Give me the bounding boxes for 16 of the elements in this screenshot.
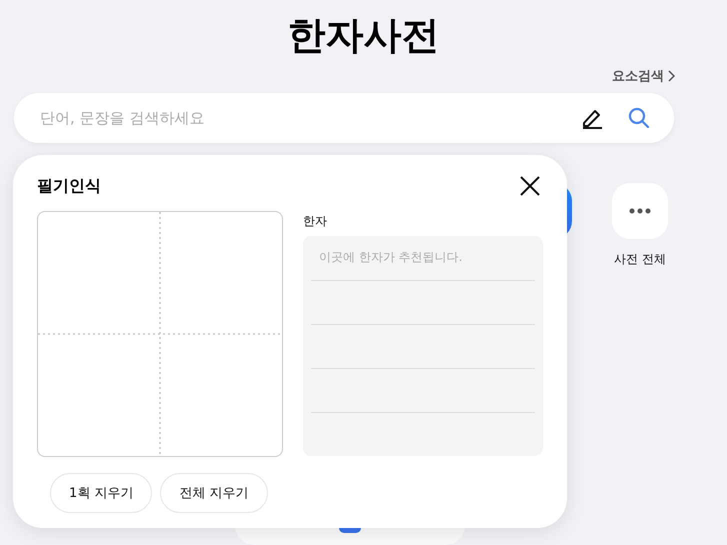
erase-button[interactable]: 1획 지우기: [50, 473, 152, 513]
panel-title: 필기인식: [37, 176, 101, 196]
close-button[interactable]: [519, 175, 541, 197]
search-field[interactable]: 단어, 문장을 검색하세요: [38, 108, 580, 128]
candidates-placeholder: 이곳에 한자가 추천됩니다.: [318, 249, 464, 266]
pen-icon[interactable]: [580, 107, 604, 129]
page-title: 한자사전: [286, 12, 440, 59]
element-search-link[interactable]: 요소검색: [612, 65, 675, 87]
close-icon: [519, 175, 541, 197]
shortcut-label: 사전 전체: [614, 251, 666, 268]
chevron-icon: [668, 70, 675, 82]
erase-button[interactable]: 전체 지우기: [160, 473, 268, 513]
search-bar[interactable]: 단어, 문장을 검색하세요: [14, 93, 674, 143]
search-icon[interactable]: [628, 107, 650, 129]
candidates-label: 한자: [303, 213, 328, 230]
more-icon: [629, 208, 651, 214]
